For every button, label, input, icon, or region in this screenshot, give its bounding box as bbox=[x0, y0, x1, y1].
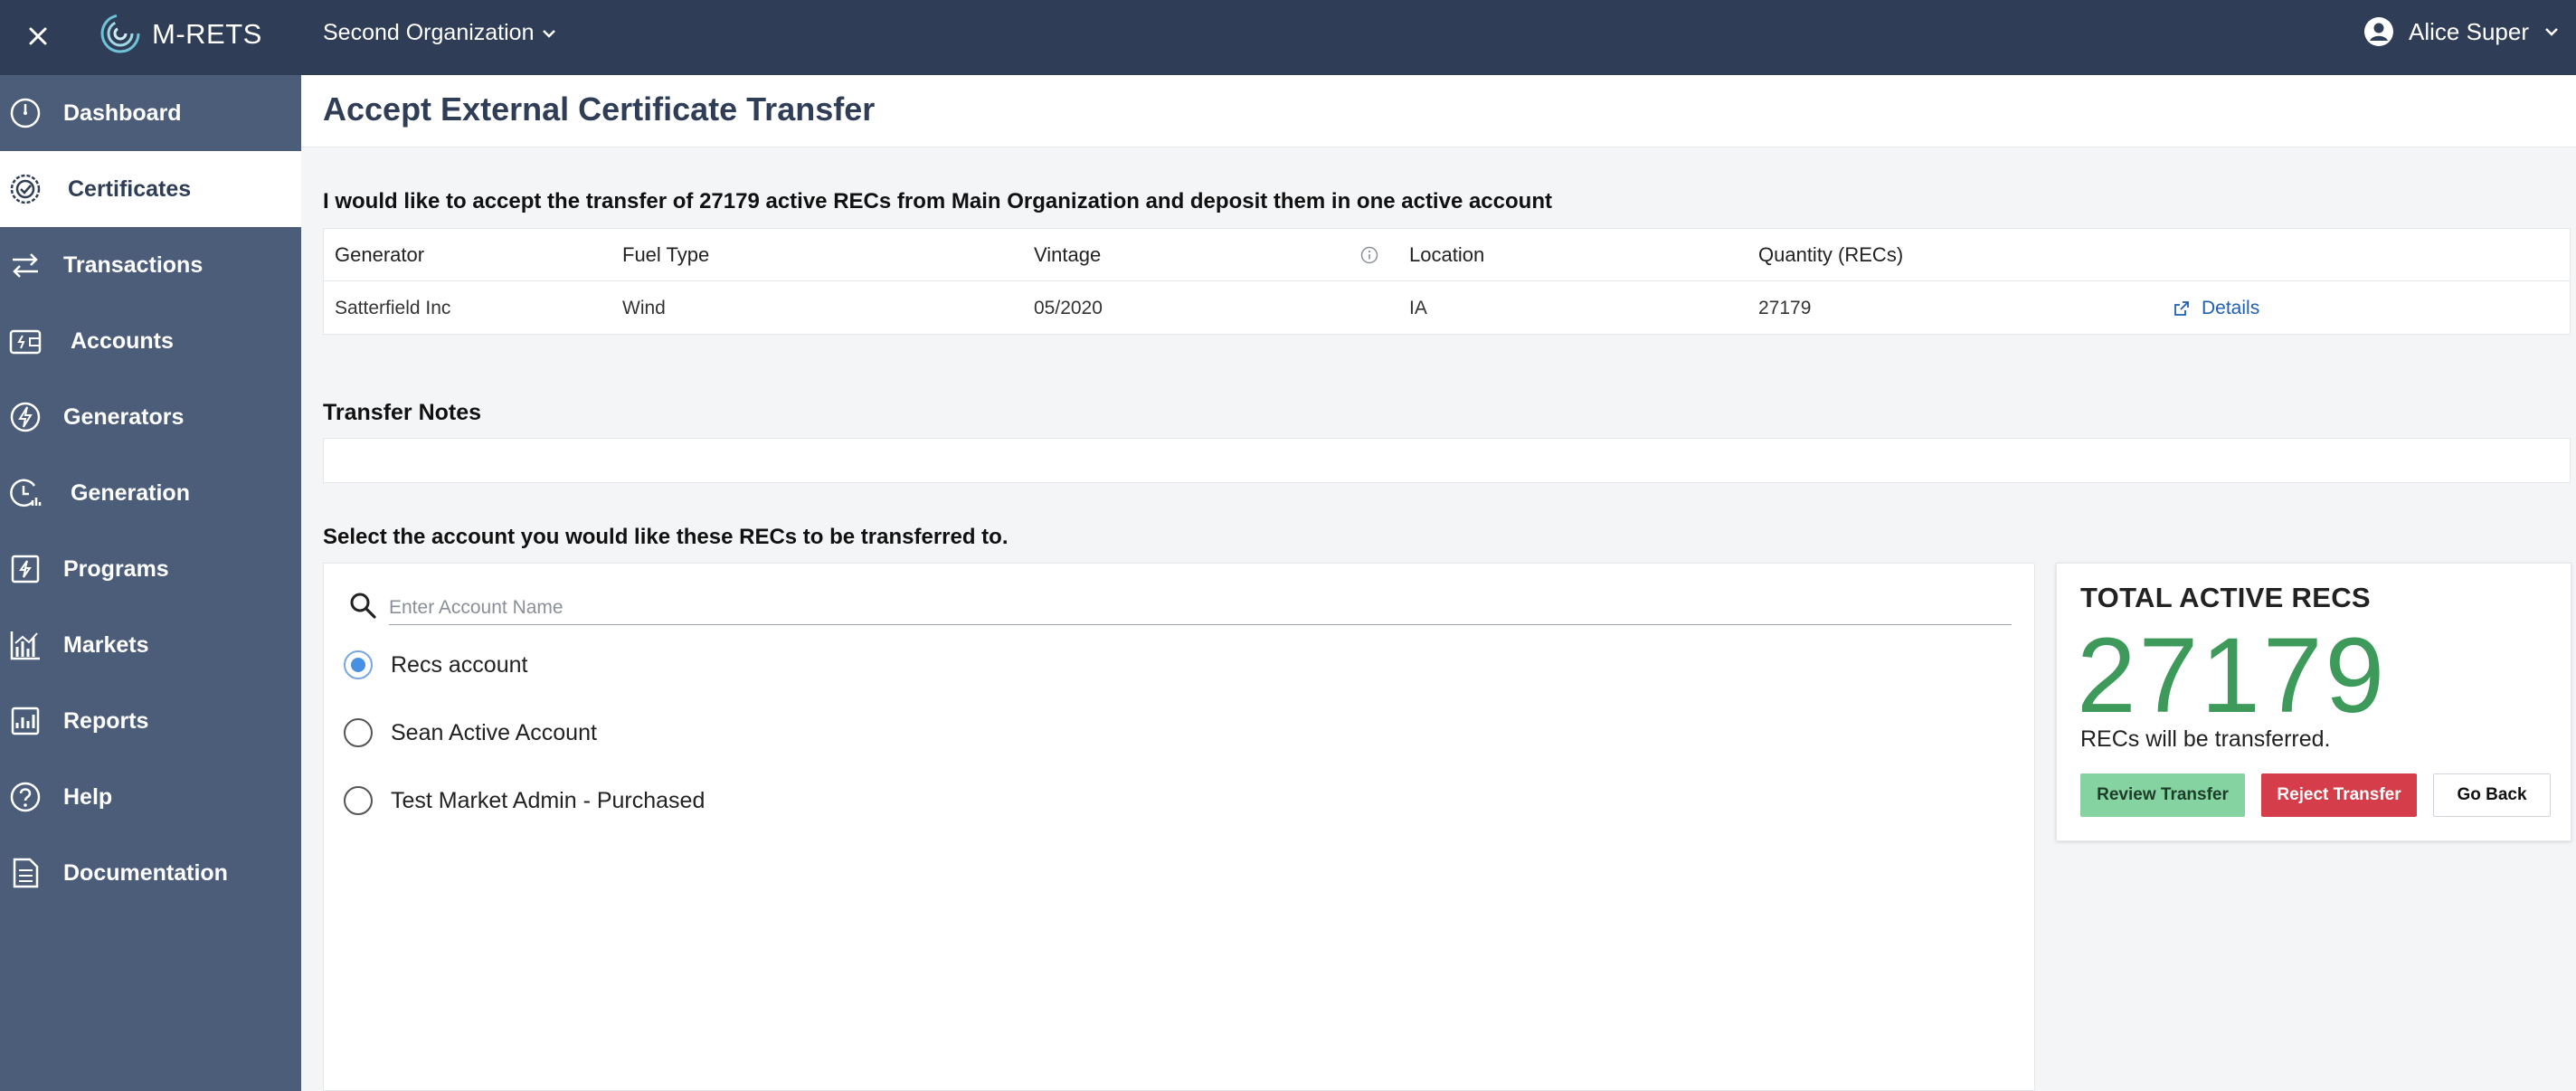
sidebar-item-label: Programs bbox=[63, 555, 169, 582]
programs-icon bbox=[11, 555, 40, 583]
wallet-icon bbox=[9, 329, 42, 355]
radio-button[interactable] bbox=[344, 650, 373, 679]
cell-generator: Satterfield Inc bbox=[335, 298, 451, 318]
page-title: Accept External Certificate Transfer bbox=[323, 90, 876, 128]
user-menu[interactable]: Alice Super bbox=[2363, 16, 2560, 47]
sidebar-item-label: Reports bbox=[63, 707, 149, 734]
sidebar-item-label: Generation bbox=[71, 479, 190, 506]
sidebar: Dashboard Certificates Transactions Acco… bbox=[0, 75, 301, 1091]
cell-quantity: 27179 bbox=[1758, 298, 1812, 318]
sidebar-item-certificates[interactable]: Certificates bbox=[0, 151, 301, 227]
account-option-label: Sean Active Account bbox=[391, 719, 597, 745]
transactions-icon bbox=[13, 253, 38, 278]
sidebar-item-label: Markets bbox=[63, 631, 149, 658]
dashboard-icon bbox=[10, 98, 41, 128]
bar-chart-icon bbox=[10, 631, 40, 660]
info-icon[interactable] bbox=[1360, 246, 1378, 264]
reject-transfer-button[interactable]: Reject Transfer bbox=[2261, 773, 2417, 817]
certificate-table: Generator Fuel Type Vintage Location Qua… bbox=[323, 228, 2571, 335]
sidebar-item-markets[interactable]: Markets bbox=[0, 607, 301, 683]
cell-vintage: 05/2020 bbox=[1034, 298, 1103, 318]
top-bar: M-RETS Second Organization Alice Super bbox=[0, 0, 2576, 75]
sidebar-item-documentation[interactable]: Documentation bbox=[0, 835, 301, 911]
sidebar-item-label: Dashboard bbox=[63, 100, 182, 126]
column-header-quantity[interactable]: Quantity (RECs) bbox=[1758, 229, 1903, 281]
total-subtitle: RECs will be transferred. bbox=[2080, 726, 2331, 752]
account-option-recs-account[interactable]: Recs account bbox=[344, 647, 527, 683]
transfer-notes-field[interactable] bbox=[323, 438, 2571, 483]
sidebar-item-transactions[interactable]: Transactions bbox=[0, 227, 301, 303]
transfer-intro: I would like to accept the transfer of 2… bbox=[323, 189, 1552, 213]
radio-button[interactable] bbox=[344, 718, 373, 747]
details-link[interactable]: Details bbox=[2173, 282, 2259, 335]
organization-name: Second Organization bbox=[323, 20, 535, 45]
chevron-down-icon bbox=[543, 29, 556, 38]
mrets-logo-icon bbox=[100, 14, 140, 53]
cell-location: IA bbox=[1409, 298, 1427, 318]
table-row: Satterfield Inc Wind 05/2020 IA 27179 De… bbox=[324, 282, 2570, 335]
sidebar-item-label: Documentation bbox=[63, 859, 228, 886]
sidebar-item-programs[interactable]: Programs bbox=[0, 531, 301, 607]
sidebar-item-label: Generators bbox=[63, 403, 185, 430]
column-header-fuel-type[interactable]: Fuel Type bbox=[622, 229, 709, 281]
account-option-test-market-admin[interactable]: Test Market Admin - Purchased bbox=[344, 783, 705, 819]
bolt-icon bbox=[10, 402, 41, 432]
review-transfer-button[interactable]: Review Transfer bbox=[2080, 773, 2245, 817]
account-select-panel: Recs account Sean Active Account Test Ma… bbox=[323, 563, 2035, 1091]
account-option-label: Test Market Admin - Purchased bbox=[391, 787, 706, 813]
user-avatar-icon bbox=[2364, 17, 2394, 46]
report-icon bbox=[11, 707, 40, 735]
user-name: Alice Super bbox=[2409, 17, 2529, 45]
details-label: Details bbox=[2202, 298, 2260, 318]
account-search-input[interactable] bbox=[389, 591, 2012, 625]
sidebar-item-generators[interactable]: Generators bbox=[0, 379, 301, 455]
radio-button[interactable] bbox=[344, 786, 373, 815]
sidebar-item-label: Help bbox=[63, 783, 113, 810]
total-summary-panel: TOTAL ACTIVE RECS 27179 RECs will be tra… bbox=[2056, 563, 2571, 841]
go-back-button[interactable]: Go Back bbox=[2433, 773, 2551, 817]
sidebar-item-reports[interactable]: Reports bbox=[0, 683, 301, 759]
sidebar-item-label: Certificates bbox=[68, 176, 192, 202]
clock-chart-icon bbox=[10, 479, 42, 508]
close-icon[interactable] bbox=[18, 16, 58, 56]
certificate-icon bbox=[10, 174, 41, 204]
column-header-location[interactable]: Location bbox=[1409, 229, 1484, 281]
sidebar-item-dashboard[interactable]: Dashboard bbox=[0, 75, 301, 151]
column-header-generator[interactable]: Generator bbox=[335, 229, 424, 281]
transfer-notes-label: Transfer Notes bbox=[323, 400, 482, 425]
total-title: TOTAL ACTIVE RECS bbox=[2080, 582, 2371, 613]
table-header: Generator Fuel Type Vintage Location Qua… bbox=[324, 229, 2570, 281]
help-icon bbox=[10, 782, 41, 812]
sidebar-item-help[interactable]: Help bbox=[0, 759, 301, 835]
organization-switcher[interactable]: Second Organization bbox=[323, 20, 557, 46]
account-select-label: Select the account you would like these … bbox=[323, 525, 1009, 549]
sidebar-item-accounts[interactable]: Accounts bbox=[0, 303, 301, 379]
sidebar-item-generation[interactable]: Generation bbox=[0, 455, 301, 531]
chevron-down-icon bbox=[2545, 28, 2558, 36]
account-option-sean-active-account[interactable]: Sean Active Account bbox=[344, 715, 597, 751]
external-link-icon bbox=[2174, 301, 2189, 316]
search-icon bbox=[350, 593, 376, 619]
cell-fuel-type: Wind bbox=[622, 298, 666, 318]
brand-name: M-RETS bbox=[152, 18, 262, 50]
sidebar-item-label: Accounts bbox=[71, 327, 174, 354]
column-header-vintage[interactable]: Vintage bbox=[1034, 229, 1101, 281]
document-icon bbox=[13, 858, 39, 888]
account-option-label: Recs account bbox=[391, 651, 528, 678]
total-count: 27179 bbox=[2077, 616, 2388, 735]
sidebar-item-label: Transactions bbox=[63, 251, 204, 278]
